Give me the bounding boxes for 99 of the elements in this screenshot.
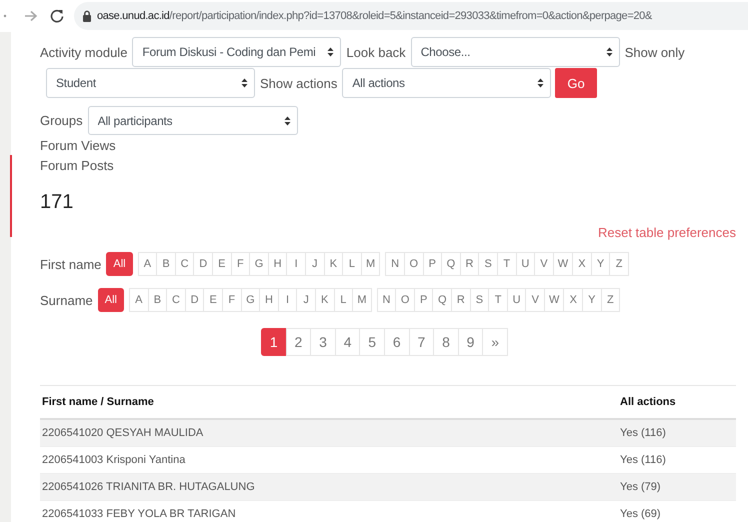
letter-filter[interactable]: P	[414, 288, 434, 312]
caret-icon	[327, 47, 334, 57]
letter-filter[interactable]: Z	[609, 252, 629, 276]
letter-filter[interactable]: M	[352, 288, 372, 312]
letter-filter[interactable]: B	[156, 252, 176, 276]
letter-filter[interactable]: D	[193, 252, 214, 276]
letter-filter[interactable]: Y	[582, 288, 602, 312]
letter-filter[interactable]: F	[230, 252, 250, 276]
caret-icon	[241, 78, 248, 88]
caret-icon	[606, 47, 613, 57]
letter-filter[interactable]: W	[552, 252, 574, 276]
column-header: All actions	[620, 396, 677, 408]
filter-label: Look back	[346, 44, 406, 60]
caret-icon	[284, 116, 291, 126]
letter-filter[interactable]: V	[525, 288, 546, 312]
letter-filter[interactable]: L	[334, 288, 354, 312]
page-link[interactable]: 3	[310, 328, 336, 356]
letter-filter[interactable]: Q	[441, 252, 461, 276]
letter-filter[interactable]: J	[296, 288, 316, 312]
letter-filter[interactable]: A	[128, 288, 149, 312]
letter-filter[interactable]: Q	[432, 288, 452, 312]
letter-filter[interactable]: H	[268, 252, 288, 276]
page-link[interactable]: 8	[433, 328, 459, 356]
letter-filter[interactable]: M	[360, 252, 380, 276]
letter-filter[interactable]: N	[376, 288, 396, 312]
letter-filter[interactable]: O	[395, 288, 415, 312]
letter-filter[interactable]: O	[404, 252, 424, 276]
table-cell-text: Yes (69)	[620, 508, 662, 520]
page-link[interactable]: 7	[408, 328, 434, 356]
letter-filter[interactable]: E	[203, 288, 223, 312]
letter-filter[interactable]: C	[174, 252, 194, 276]
page-link[interactable]: 9	[458, 328, 484, 356]
letter-filter[interactable]: All	[106, 252, 133, 276]
report-heading: Forum Views	[40, 137, 116, 155]
letter-filter[interactable]: A	[138, 252, 158, 276]
letter-filter[interactable]: F	[222, 288, 242, 312]
reset-link[interactable]: Reset table preferences	[598, 224, 736, 242]
letter-filter[interactable]: J	[304, 252, 325, 276]
page-link[interactable]: 4	[334, 328, 360, 356]
table-cell-text: 2206541026 TRIANITA BR. HUTAGALUNG	[42, 481, 256, 493]
table-cell-text: 2206541003 Krisponi Yantina	[42, 454, 186, 466]
letter-filter[interactable]: L	[342, 252, 362, 276]
page-link[interactable]: 5	[359, 328, 385, 356]
page-link[interactable]: »	[482, 328, 508, 356]
letter-filter[interactable]: N	[385, 252, 405, 276]
letter-filter[interactable]: T	[496, 252, 517, 276]
go-button[interactable]: Go	[555, 68, 597, 98]
letter-filter[interactable]: R	[460, 252, 480, 276]
letter-filter[interactable]: E	[212, 252, 232, 276]
page-link[interactable]: 6	[384, 328, 410, 356]
forward-arrow-icon	[24, 10, 38, 22]
letter-filter[interactable]: I	[286, 252, 306, 276]
letter-filter[interactable]: U	[516, 252, 536, 276]
table-cell-text: 2206541033 FEBY YOLA BR TARIGAN	[42, 508, 237, 520]
filter-label: Show only	[624, 44, 685, 60]
count-heading: 171	[40, 190, 74, 214]
letter-filter[interactable]: B	[148, 288, 168, 312]
letter-filter[interactable]: R	[451, 288, 471, 312]
initials-label: First name	[40, 256, 102, 272]
letter-filter[interactable]: Y	[590, 252, 610, 276]
table-cell-text: Yes (116)	[620, 427, 667, 439]
table-cell-text: 2206541020 QESYAH MAULIDA	[42, 427, 204, 439]
groups-label: Groups	[40, 113, 83, 128]
letter-filter[interactable]: All	[98, 288, 124, 312]
filter-label: Activity module	[40, 44, 128, 60]
filter-label: Show actions	[260, 76, 338, 90]
letter-filter[interactable]: K	[324, 252, 344, 276]
letter-filter[interactable]: P	[422, 252, 442, 276]
column-header: First name / Surname	[42, 396, 155, 408]
lock-icon	[82, 10, 92, 22]
groups-select[interactable]: All participants	[88, 106, 298, 135]
letter-filter[interactable]: C	[166, 288, 186, 312]
filter-select[interactable]: Forum Diskusi - Coding dan Pemi	[132, 37, 342, 67]
reload-icon	[50, 9, 64, 23]
letter-filter[interactable]: S	[478, 252, 498, 276]
letter-filter[interactable]: T	[488, 288, 508, 312]
filter-select[interactable]: Choose...	[410, 37, 620, 67]
table-cell-text: Yes (116)	[620, 454, 667, 466]
letter-filter[interactable]: X	[572, 252, 592, 276]
letter-filter[interactable]: S	[470, 288, 490, 312]
letter-filter[interactable]: U	[506, 288, 526, 312]
letter-filter[interactable]: W	[544, 288, 564, 312]
letter-filter[interactable]: G	[249, 252, 269, 276]
filter-select[interactable]: Student	[46, 68, 255, 98]
letter-filter[interactable]: I	[278, 288, 298, 312]
caret-icon	[537, 78, 544, 88]
filter-select[interactable]: All actions	[342, 68, 552, 98]
letter-filter[interactable]: X	[563, 288, 584, 312]
page-link[interactable]: 2	[286, 328, 312, 356]
letter-filter[interactable]: D	[184, 288, 204, 312]
letter-filter[interactable]: K	[314, 288, 335, 312]
letter-filter[interactable]: Z	[600, 288, 620, 312]
report-heading: Forum Posts	[40, 157, 114, 175]
letter-filter[interactable]: G	[240, 288, 260, 312]
initials-label: Surname	[40, 292, 93, 308]
table-cell-text: Yes (79)	[620, 481, 662, 493]
letter-filter[interactable]: V	[534, 252, 554, 276]
letter-filter[interactable]: H	[259, 288, 279, 312]
page-link[interactable]: 1	[261, 328, 287, 356]
